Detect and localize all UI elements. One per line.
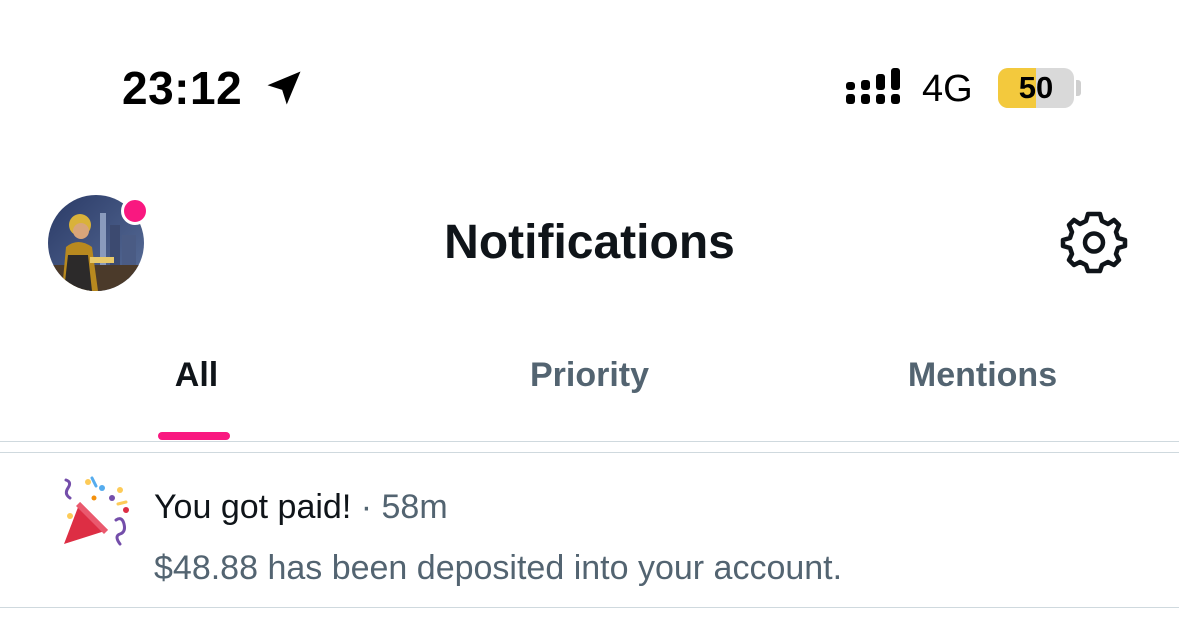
tabs-divider bbox=[0, 441, 1179, 442]
battery-level: 50 bbox=[1018, 70, 1054, 105]
notification-separator: · bbox=[360, 488, 373, 526]
tab-bar: All Priority Mentions bbox=[0, 340, 1179, 441]
status-time: 23:12 bbox=[122, 62, 243, 114]
tab-all[interactable]: All bbox=[0, 340, 393, 441]
page-title: Notifications bbox=[444, 216, 735, 269]
notification-title: You got paid! bbox=[154, 488, 352, 526]
network-type: 4G bbox=[922, 68, 973, 110]
tab-mentions[interactable]: Mentions bbox=[786, 340, 1179, 441]
notification-time: 58m bbox=[381, 488, 448, 526]
list-item-divider bbox=[0, 607, 1179, 608]
tab-priority[interactable]: Priority bbox=[393, 340, 786, 441]
battery-icon: 50 bbox=[998, 68, 1074, 108]
notification-body: $48.88 has been deposited into your acco… bbox=[154, 549, 843, 587]
signal-icon bbox=[846, 68, 900, 104]
battery-nub bbox=[1076, 80, 1081, 96]
active-tab-indicator bbox=[158, 432, 230, 440]
status-bar: 23:12 4G 50 bbox=[0, 0, 1179, 150]
location-arrow-icon bbox=[267, 71, 301, 105]
gear-icon[interactable] bbox=[1060, 208, 1128, 276]
notification-title-line: You got paid! · 58m bbox=[154, 486, 448, 528]
party-popper-icon bbox=[64, 476, 129, 546]
